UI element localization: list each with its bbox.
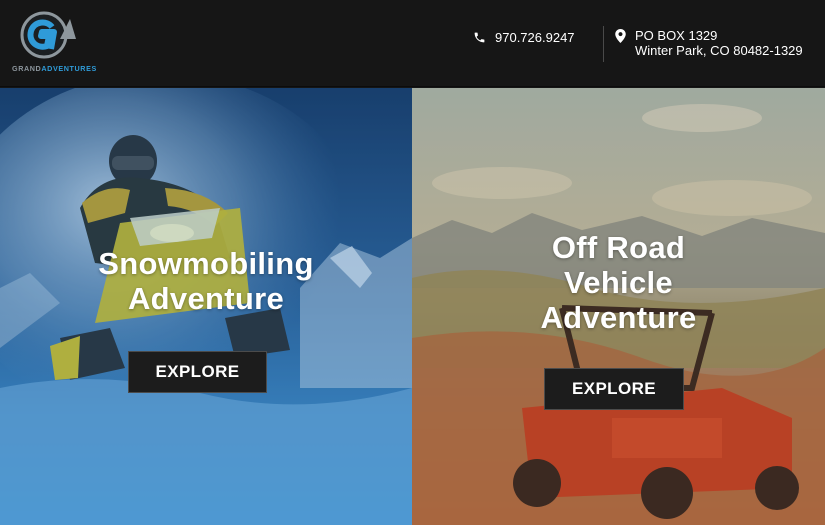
snowmobiling-explore-button[interactable]: EXPLORE xyxy=(128,351,267,393)
address-lines: PO BOX 1329 Winter Park, CO 80482-1329 xyxy=(635,28,803,58)
off-road-explore-button[interactable]: EXPLORE xyxy=(544,368,684,410)
off-road-panel[interactable]: Off Road Vehicle Adventure EXPLORE xyxy=(412,88,825,525)
off-road-title-line-3: Adventure xyxy=(540,300,697,335)
logo-wordmark: GRANDADVENTURES xyxy=(12,64,96,73)
address-line-1: PO BOX 1329 xyxy=(635,28,718,43)
logo-text-grand: GRAND xyxy=(12,64,42,73)
off-road-title-line-2: Vehicle xyxy=(564,265,673,300)
snowmobiling-title: Snowmobiling Adventure xyxy=(0,246,412,316)
site-header: GRANDADVENTURES 970.726.9247 PO BOX 1329… xyxy=(0,0,825,87)
snowmobiling-title-line-1: Snowmobiling xyxy=(98,246,314,281)
logo-text-adventures: ADVENTURES xyxy=(41,64,97,73)
header-divider xyxy=(603,26,604,62)
phone-icon xyxy=(474,32,485,43)
logo-mark-icon xyxy=(20,11,76,59)
map-marker-icon xyxy=(615,29,626,43)
off-road-title: Off Road Vehicle Adventure xyxy=(412,230,825,335)
address-line-2: Winter Park, CO 80482-1329 xyxy=(635,43,803,58)
grand-adventures-logo[interactable]: GRANDADVENTURES xyxy=(12,9,96,75)
snowmobiling-panel[interactable]: Snowmobiling Adventure EXPLORE xyxy=(0,88,412,525)
off-road-title-line-1: Off Road xyxy=(551,230,686,265)
phone-text: 970.726.9247 xyxy=(495,30,575,45)
snowmobiling-title-line-2: Adventure xyxy=(127,281,284,316)
